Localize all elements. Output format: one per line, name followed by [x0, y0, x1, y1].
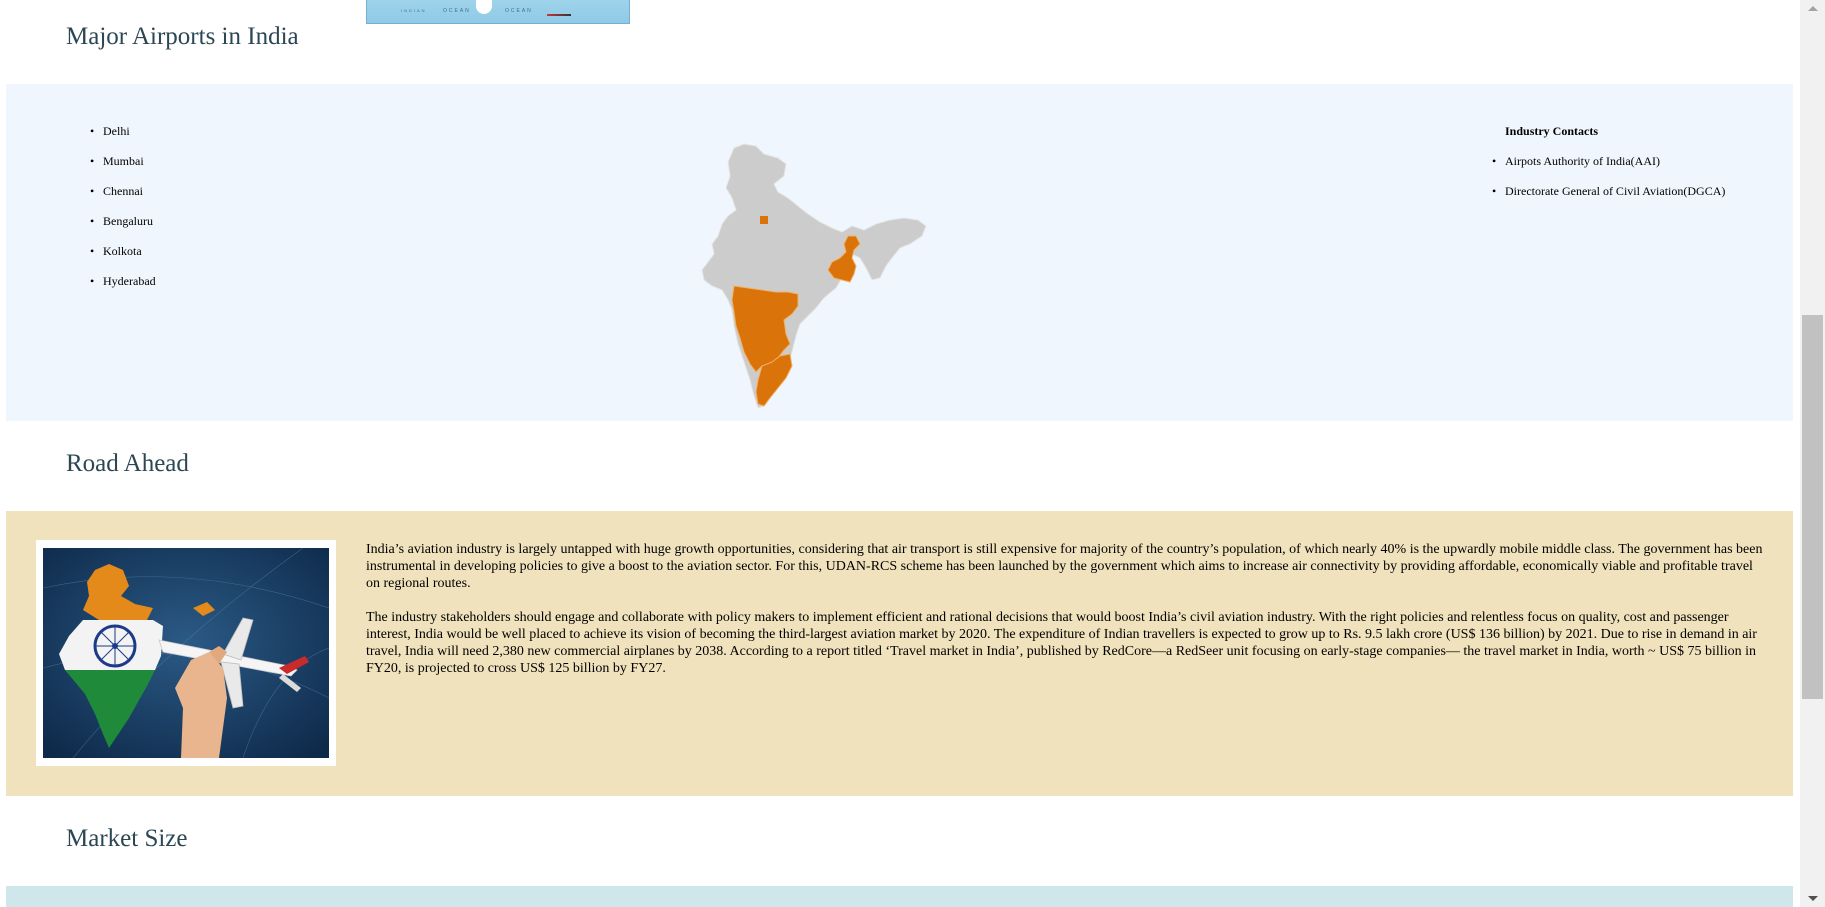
page: INDIAN OCEAN OCEAN Major Airports in Ind…: [0, 0, 1800, 907]
map-island-shape: [476, 0, 492, 14]
list-item: Mumbai: [90, 154, 156, 184]
road-ahead-text: India’s aviation industry is largely unt…: [366, 541, 1766, 694]
map-land-region: [701, 143, 927, 409]
list-item: Directorate General of Civil Aviation(DG…: [1492, 184, 1785, 214]
list-item: Chennai: [90, 184, 156, 214]
map-scale-bar: [547, 14, 571, 16]
india-airports-map[interactable]: [700, 140, 932, 410]
india-flag-airplane-image: [43, 548, 329, 758]
industry-contacts: Industry Contacts Airpots Authority of I…: [1492, 124, 1785, 214]
list-item: Kolkota: [90, 244, 156, 274]
top-map-image: INDIAN OCEAN OCEAN: [366, 0, 630, 24]
road-ahead-heading: Road Ahead: [66, 450, 189, 477]
airport-city-list: Delhi Mumbai Chennai Bengaluru Kolkota H…: [90, 124, 156, 304]
list-item: Airpots Authority of India(AAI): [1492, 154, 1785, 184]
road-ahead-paragraph-2: The industry stakeholders should engage …: [366, 610, 1757, 676]
scroll-up-button[interactable]: [1800, 0, 1825, 17]
contacts-list: Airpots Authority of India(AAI) Director…: [1492, 154, 1785, 214]
map-label-1: INDIAN: [401, 8, 427, 13]
list-item: Bengaluru: [90, 214, 156, 244]
scroll-down-button[interactable]: [1800, 890, 1825, 907]
road-ahead-paragraph-1: India’s aviation industry is largely unt…: [366, 542, 1763, 591]
map-label-2: OCEAN: [443, 8, 471, 14]
map-highlight-delhi: [760, 216, 768, 224]
vertical-scrollbar[interactable]: [1800, 0, 1825, 907]
airports-heading: Major Airports in India: [66, 23, 299, 50]
list-item: Hyderabad: [90, 274, 156, 304]
map-label-3: OCEAN: [505, 8, 533, 14]
market-size-heading: Market Size: [66, 825, 188, 852]
market-size-section: [6, 886, 1793, 907]
aviation-photo: [36, 540, 336, 766]
list-item: Delhi: [90, 124, 156, 154]
industry-contacts-title: Industry Contacts: [1505, 124, 1599, 138]
scroll-thumb[interactable]: [1802, 315, 1823, 699]
